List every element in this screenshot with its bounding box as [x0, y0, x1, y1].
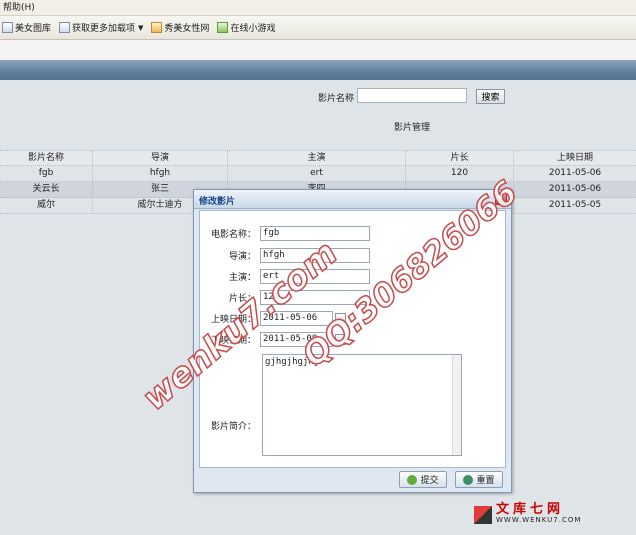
section-title: 影片管理 [394, 123, 431, 133]
submit-label: 提交 [420, 476, 439, 486]
description-textarea[interactable]: gjhgjhgjhj [262, 354, 462, 456]
favorites-bar: 美女图库 获取更多加载项 ▼ 秀美女性网 在线小游戏 [0, 16, 636, 40]
fav-item-online-games[interactable]: 在线小游戏 [217, 21, 275, 34]
cell-release: 2011-05-06 [548, 184, 602, 194]
cell-name: 威尔 [0, 198, 93, 213]
logo-url: WWW.WENKU7.COM [496, 516, 582, 524]
submit-button[interactable]: 提交 [399, 471, 447, 488]
browser-menubar: 帮助(H) [0, 0, 636, 16]
star-icon [151, 22, 163, 33]
fav-label: 在线小游戏 [230, 24, 276, 34]
fav-label: 秀美女性网 [164, 24, 210, 34]
fav-item-women-site[interactable]: 秀美女性网 [151, 21, 209, 34]
cell-actor: ert [228, 166, 406, 181]
fav-item-beauty-gallery[interactable]: 美女图库 [2, 21, 51, 34]
site-logo: 文库七网 WWW.WENKU7.COM [474, 503, 581, 527]
column-header-length[interactable]: 片长 [406, 151, 514, 165]
header-banner [0, 60, 636, 80]
cell-name: 关云长 [0, 182, 93, 197]
dialog-title: 修改影片 [199, 197, 236, 207]
cell-release: 2011-05-05 [548, 200, 602, 210]
page-icon [2, 22, 13, 33]
actor-label: 主演： [228, 273, 256, 283]
reset-label: 重置 [476, 476, 495, 486]
column-header-release[interactable]: 上映日期 [514, 151, 636, 165]
page-icon [59, 22, 71, 33]
refresh-icon [463, 474, 474, 485]
cell-release: 2011-05-06 [548, 168, 602, 178]
table-header: 影片名称 导演 主演 片长 上映日期 [0, 150, 636, 166]
name-label: 电影名称： [210, 230, 256, 240]
textarea-scrollbar[interactable] [452, 355, 461, 455]
reset-button[interactable]: 重置 [455, 471, 503, 488]
menu-help[interactable]: 帮助(H) [3, 3, 35, 13]
logo-text: 文库七网 WWW.WENKU7.COM [496, 502, 582, 526]
fav-item-more-addons[interactable]: 获取更多加载项 ▼ [59, 21, 143, 34]
page-top-strip [0, 40, 636, 60]
column-header-actor[interactable]: 主演 [228, 151, 406, 165]
table-row[interactable]: fgb hfgh ert 120 2011-05-06 [0, 166, 636, 182]
search-input[interactable] [357, 88, 467, 103]
column-header-director[interactable]: 导演 [93, 151, 228, 165]
director-label: 导演： [228, 252, 256, 262]
search-label: 影片名称 [318, 94, 355, 104]
chevron-down-icon: ▼ [138, 23, 144, 32]
field-row-name: 电影名称： fgb [200, 226, 370, 241]
cell-director: hfgh [93, 166, 228, 181]
dialog-footer: 提交 重置 [199, 470, 506, 490]
cell-name: fgb [0, 166, 93, 181]
fav-label: 获取更多加载项 [72, 24, 136, 34]
search-button[interactable]: 搜索 [476, 89, 505, 104]
logo-name: 文库七网 [496, 502, 565, 517]
logo-mark-icon [474, 506, 492, 524]
check-icon [407, 474, 418, 485]
fav-label: 美女图库 [15, 24, 52, 34]
column-header-name[interactable]: 影片名称 [0, 151, 93, 165]
description-label: 影片简介： [210, 422, 256, 432]
game-icon [217, 22, 229, 33]
